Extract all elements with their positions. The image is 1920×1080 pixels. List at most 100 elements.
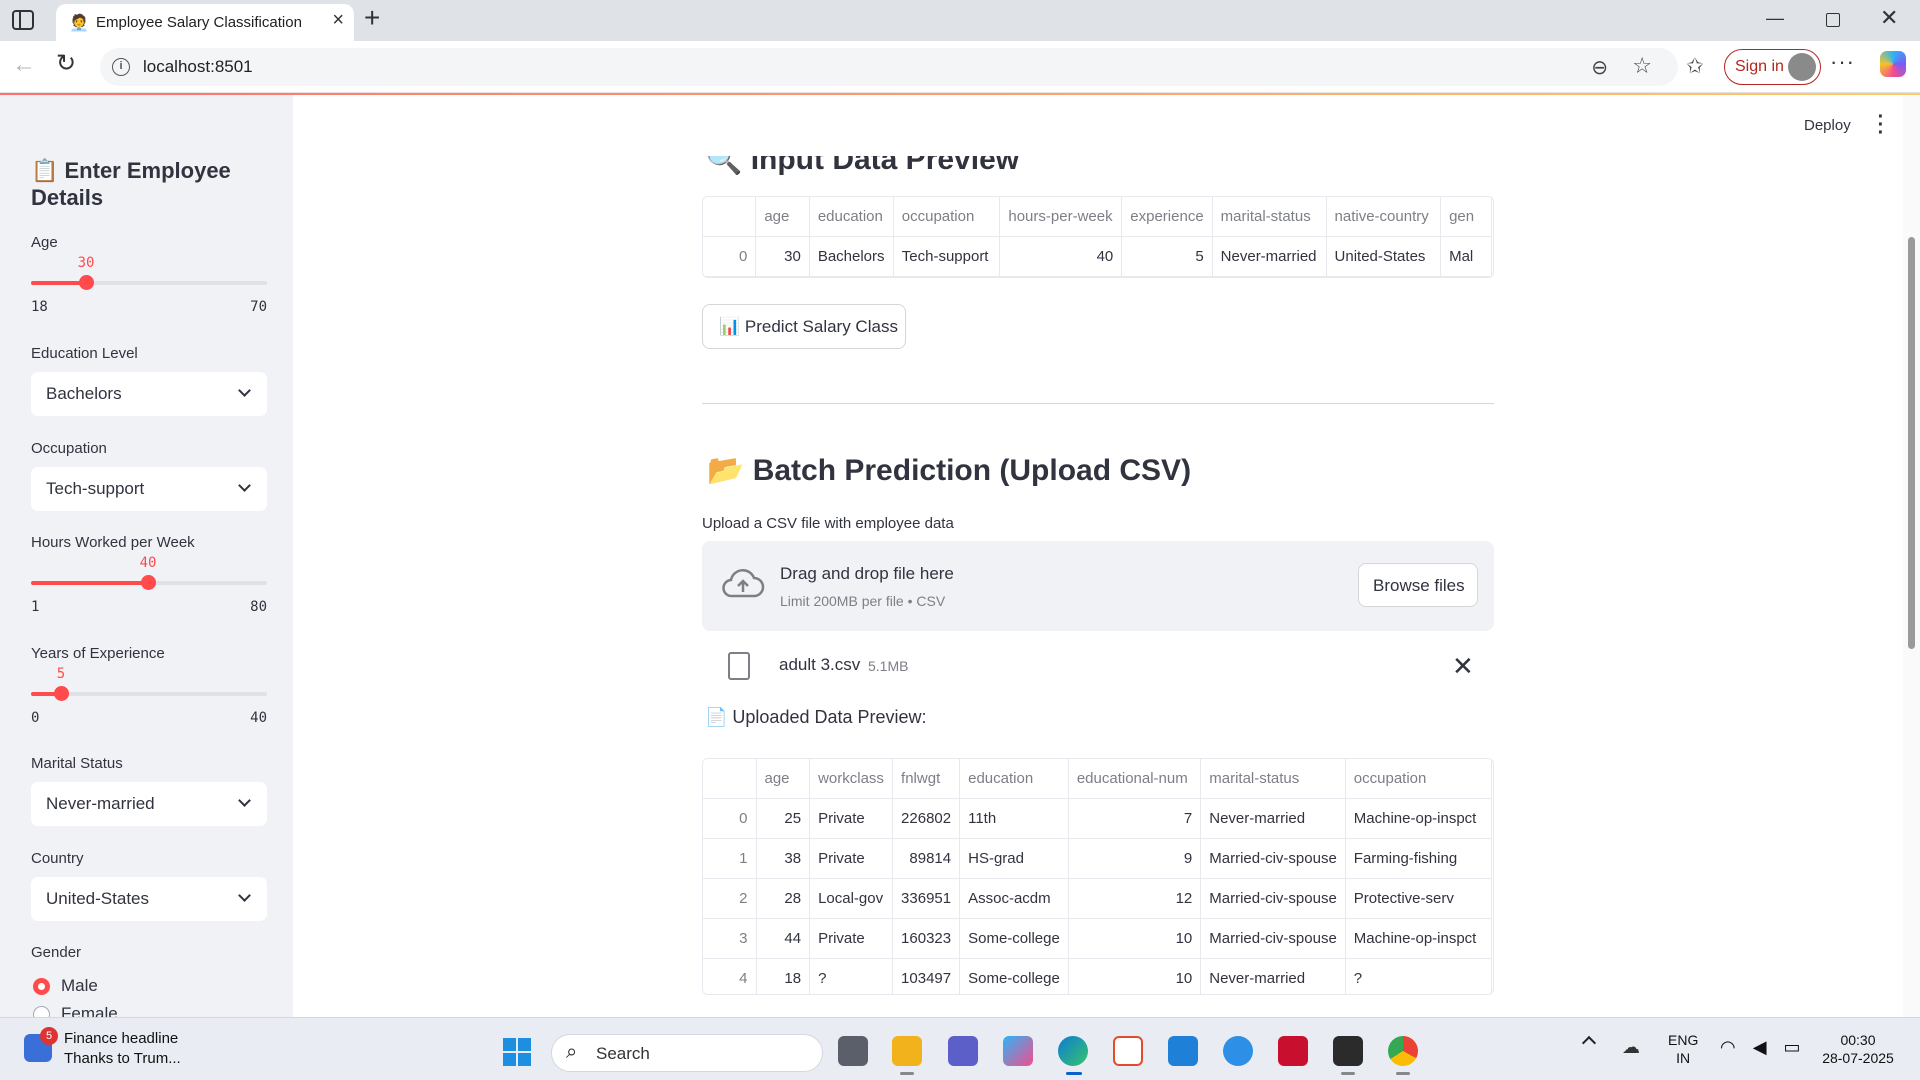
table-cell[interactable]: 38 — [755, 838, 811, 879]
back-icon[interactable]: ← — [12, 51, 36, 79]
task-view-icon[interactable] — [838, 1036, 868, 1066]
age-slider-handle[interactable] — [79, 275, 94, 290]
windows-start-icon[interactable] — [503, 1038, 531, 1066]
main-menu-icon[interactable]: · · · — [1876, 107, 1886, 143]
deploy-button[interactable]: Deploy — [1804, 117, 1851, 134]
sign-in-button[interactable]: Sign in — [1724, 49, 1821, 85]
age-slider[interactable]: 30 18 70 — [31, 255, 267, 325]
tab-actions-icon[interactable] — [12, 10, 34, 30]
more-options-icon[interactable]: ··· — [1830, 49, 1855, 75]
table-cell[interactable]: Some-college — [959, 918, 1069, 959]
column-header[interactable]: education — [959, 759, 1069, 799]
column-header[interactable]: native-country — [1325, 197, 1442, 237]
column-header[interactable]: education — [808, 197, 894, 237]
column-header[interactable]: educational-num — [1067, 759, 1202, 799]
table-cell[interactable]: 336951 — [892, 878, 961, 919]
table-cell[interactable]: 9 — [1067, 838, 1202, 879]
favorite-star-icon[interactable]: ☆ — [1632, 53, 1652, 79]
table-cell[interactable]: 30 — [755, 236, 810, 277]
table-cell[interactable]: Never-married — [1200, 798, 1346, 839]
url-text[interactable]: localhost:8501 — [143, 57, 253, 77]
table-cell[interactable]: Assoc-acdm — [959, 878, 1069, 919]
uploaded-data-table[interactable]: age workclass fnlwgt education education… — [702, 758, 1494, 995]
column-header[interactable]: occupation — [892, 197, 1001, 237]
table-cell[interactable]: ? — [1344, 958, 1493, 994]
column-header[interactable]: marital-status — [1211, 197, 1327, 237]
column-header[interactable]: age — [755, 759, 811, 799]
helper-app-icon[interactable] — [1223, 1036, 1253, 1066]
table-cell[interactable]: Machine-op-inspct — [1344, 918, 1493, 959]
zoom-icon[interactable]: ⊖ — [1591, 55, 1608, 80]
table-cell[interactable]: 28 — [755, 878, 811, 919]
hours-slider[interactable]: 40 1 80 — [31, 555, 267, 625]
column-header[interactable]: experience — [1121, 197, 1213, 237]
table-cell[interactable]: Never-married — [1200, 958, 1346, 994]
table-cell[interactable]: 18 — [755, 958, 811, 994]
table-cell[interactable]: 103497 — [892, 958, 961, 994]
file-explorer-icon[interactable] — [892, 1036, 922, 1066]
onedrive-icon[interactable]: ☁ — [1622, 1037, 1640, 1058]
experience-slider-handle[interactable] — [54, 686, 69, 701]
table-cell[interactable]: Married-civ-spouse — [1200, 878, 1346, 919]
table-cell[interactable]: Protective-serv — [1344, 878, 1493, 919]
file-dropzone[interactable]: Drag and drop file here Limit 200MB per … — [702, 541, 1494, 631]
experience-slider[interactable]: 5 0 40 — [31, 666, 267, 736]
taskbar-search[interactable]: ⌕ Search — [551, 1034, 823, 1072]
remove-file-icon[interactable]: ✕ — [1452, 651, 1474, 682]
mcafee-icon[interactable] — [1278, 1036, 1308, 1066]
clock[interactable]: 00:30 28-07-2025 — [1818, 1031, 1898, 1067]
marital-select[interactable]: Never-married — [31, 782, 267, 826]
teams-icon[interactable] — [948, 1036, 978, 1066]
table-cell[interactable]: Bachelors — [808, 236, 894, 277]
input-data-table[interactable]: age education occupation hours-per-week … — [702, 196, 1494, 278]
address-bar[interactable]: i localhost:8501 ⊖ ☆ — [100, 48, 1678, 86]
table-cell[interactable]: 160323 — [892, 918, 961, 959]
scrollbar-thumb[interactable] — [1908, 237, 1915, 649]
table-cell[interactable]: Never-married — [1211, 236, 1327, 277]
table-cell[interactable]: Private — [809, 798, 894, 839]
edge-browser-icon[interactable] — [1058, 1036, 1088, 1066]
country-select[interactable]: United-States — [31, 877, 267, 921]
column-header[interactable]: gen — [1440, 197, 1492, 237]
table-cell[interactable]: 12 — [1067, 878, 1202, 919]
show-hidden-icons-icon[interactable] — [1581, 1035, 1597, 1051]
hours-slider-handle[interactable] — [141, 575, 156, 590]
favorites-icon[interactable]: ✩ — [1686, 54, 1704, 79]
copilot-app-icon[interactable] — [1003, 1036, 1033, 1066]
column-header[interactable]: fnlwgt — [892, 759, 961, 799]
copilot-icon[interactable] — [1880, 51, 1906, 77]
table-cell[interactable]: Private — [809, 838, 894, 879]
table-cell[interactable]: Private — [809, 918, 894, 959]
news-title[interactable]: Finance headline — [64, 1030, 178, 1047]
table-cell[interactable]: ? — [809, 958, 894, 994]
radio-selected-icon[interactable] — [33, 978, 50, 995]
column-header[interactable]: age — [755, 197, 810, 237]
store-icon[interactable] — [1113, 1036, 1143, 1066]
radio-unselected-icon[interactable] — [33, 1006, 50, 1017]
table-cell[interactable]: Local-gov — [809, 878, 894, 919]
table-cell[interactable]: Farming-fishing — [1344, 838, 1493, 879]
table-cell[interactable]: Some-college — [959, 958, 1069, 994]
age-slider-track[interactable] — [31, 281, 267, 285]
table-cell[interactable]: HS-grad — [959, 838, 1069, 879]
terminal-icon[interactable] — [1333, 1036, 1363, 1066]
table-cell[interactable]: Machine-op-inspct — [1344, 798, 1493, 839]
maximize-icon[interactable] — [1826, 13, 1840, 27]
browse-files-button[interactable]: Browse files — [1358, 563, 1478, 607]
gender-radio-male[interactable]: Male — [31, 975, 231, 997]
new-tab-icon[interactable]: + — [364, 2, 380, 34]
column-header[interactable] — [703, 197, 757, 237]
table-cell[interactable]: 10 — [1067, 918, 1202, 959]
table-cell[interactable]: 226802 — [892, 798, 961, 839]
page-scrollbar[interactable] — [1903, 95, 1920, 1017]
language-indicator[interactable]: ENG IN — [1668, 1031, 1698, 1067]
table-cell[interactable]: 40 — [999, 236, 1123, 277]
table-cell[interactable]: 44 — [755, 918, 811, 959]
browser-tab-active[interactable]: 🧑‍💼 Employee Salary Classification × — [56, 4, 354, 41]
table-cell[interactable]: 89814 — [892, 838, 961, 879]
gender-radio-female[interactable]: Female — [31, 1003, 231, 1017]
tab-close-icon[interactable]: × — [332, 9, 344, 32]
reload-icon[interactable]: ↻ — [56, 49, 76, 78]
chrome-icon[interactable] — [1388, 1036, 1418, 1066]
table-cell[interactable]: Married-civ-spouse — [1200, 838, 1346, 879]
